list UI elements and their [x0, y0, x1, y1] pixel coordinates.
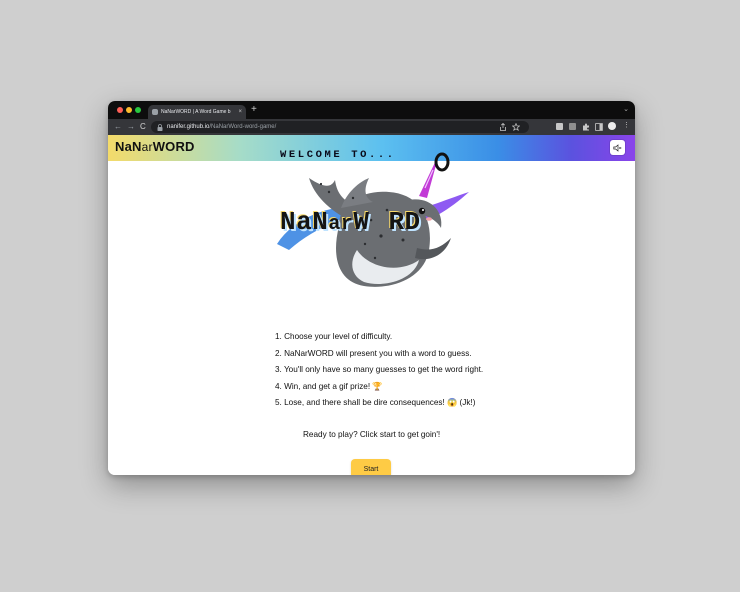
browser-tab[interactable]: NaNarWORD | A Word Game b ×: [148, 105, 246, 119]
instruction-item: 5. Lose, and there shall be dire consequ…: [275, 398, 476, 407]
browser-window: NaNarWORD | A Word Game b × + ⌄ ← → C na…: [108, 101, 635, 475]
url-path: /NaNarWord-word-game/: [209, 124, 277, 130]
forward-button[interactable]: →: [127, 121, 135, 133]
url-host: nanifer.github.io: [167, 124, 210, 130]
kebab-menu-icon[interactable]: ⋮: [623, 121, 630, 131]
browser-toolbar: ← → C nanifer.github.io /NaNarWord-word-…: [108, 119, 635, 135]
start-button[interactable]: Start: [351, 459, 391, 475]
reload-button[interactable]: C: [140, 121, 146, 133]
minimize-window-button[interactable]: [126, 107, 132, 113]
instructions-list: 1. Choose your level of difficulty. 2. N…: [275, 331, 483, 414]
favicon-icon: [152, 109, 158, 115]
maximize-window-button[interactable]: [135, 107, 141, 113]
instruction-item: 4. Win, and get a gif prize! 🏆: [275, 381, 383, 391]
tab-title: NaNarWORD | A Word Game b: [161, 109, 231, 115]
share-icon[interactable]: [499, 123, 507, 131]
speaker-muted-icon: [613, 143, 622, 152]
extension-icon[interactable]: [569, 123, 576, 134]
logo-wordmark: NaNarW RD: [280, 207, 421, 237]
star-icon[interactable]: [512, 123, 520, 131]
side-panel-icon[interactable]: [595, 123, 603, 131]
app-logo[interactable]: NaNarWORD: [115, 139, 195, 154]
puzzle-icon[interactable]: [582, 123, 590, 131]
tab-strip: NaNarWORD | A Word Game b × + ⌄: [108, 101, 635, 119]
ready-prompt: Ready to play? Click start to get goin'!: [303, 430, 441, 439]
back-button[interactable]: ←: [114, 121, 122, 133]
brand-part: ar: [141, 140, 153, 154]
avatar[interactable]: [608, 122, 616, 134]
brand-part: NaN: [115, 139, 142, 154]
lock-icon: [157, 123, 163, 131]
welcome-heading: WELCOME TO...: [280, 149, 396, 161]
instruction-item: 1. Choose your level of difficulty.: [275, 332, 393, 341]
close-window-button[interactable]: [117, 107, 123, 113]
extension-icon[interactable]: [556, 123, 563, 134]
instruction-item: 3. You'll only have so many guesses to g…: [275, 365, 484, 374]
logo-part: NaN: [280, 207, 329, 237]
logo-part: RD: [388, 207, 421, 237]
instruction-item: 2. NaNarWORD will present you with a wor…: [275, 348, 472, 358]
new-tab-button[interactable]: +: [251, 104, 257, 116]
page-viewport: NaNarWORD WELCOME TO... NaNarW RD 1. Cho…: [108, 135, 635, 475]
logo-part: ar: [328, 213, 354, 236]
tab-close-icon[interactable]: ×: [238, 109, 242, 115]
brand-part: WORD: [152, 139, 195, 154]
address-bar[interactable]: nanifer.github.io /NaNarWord-word-game/: [151, 121, 529, 133]
logo-part: W: [353, 207, 370, 237]
tab-search-icon[interactable]: ⌄: [623, 105, 629, 113]
sound-toggle-button[interactable]: [610, 140, 625, 155]
